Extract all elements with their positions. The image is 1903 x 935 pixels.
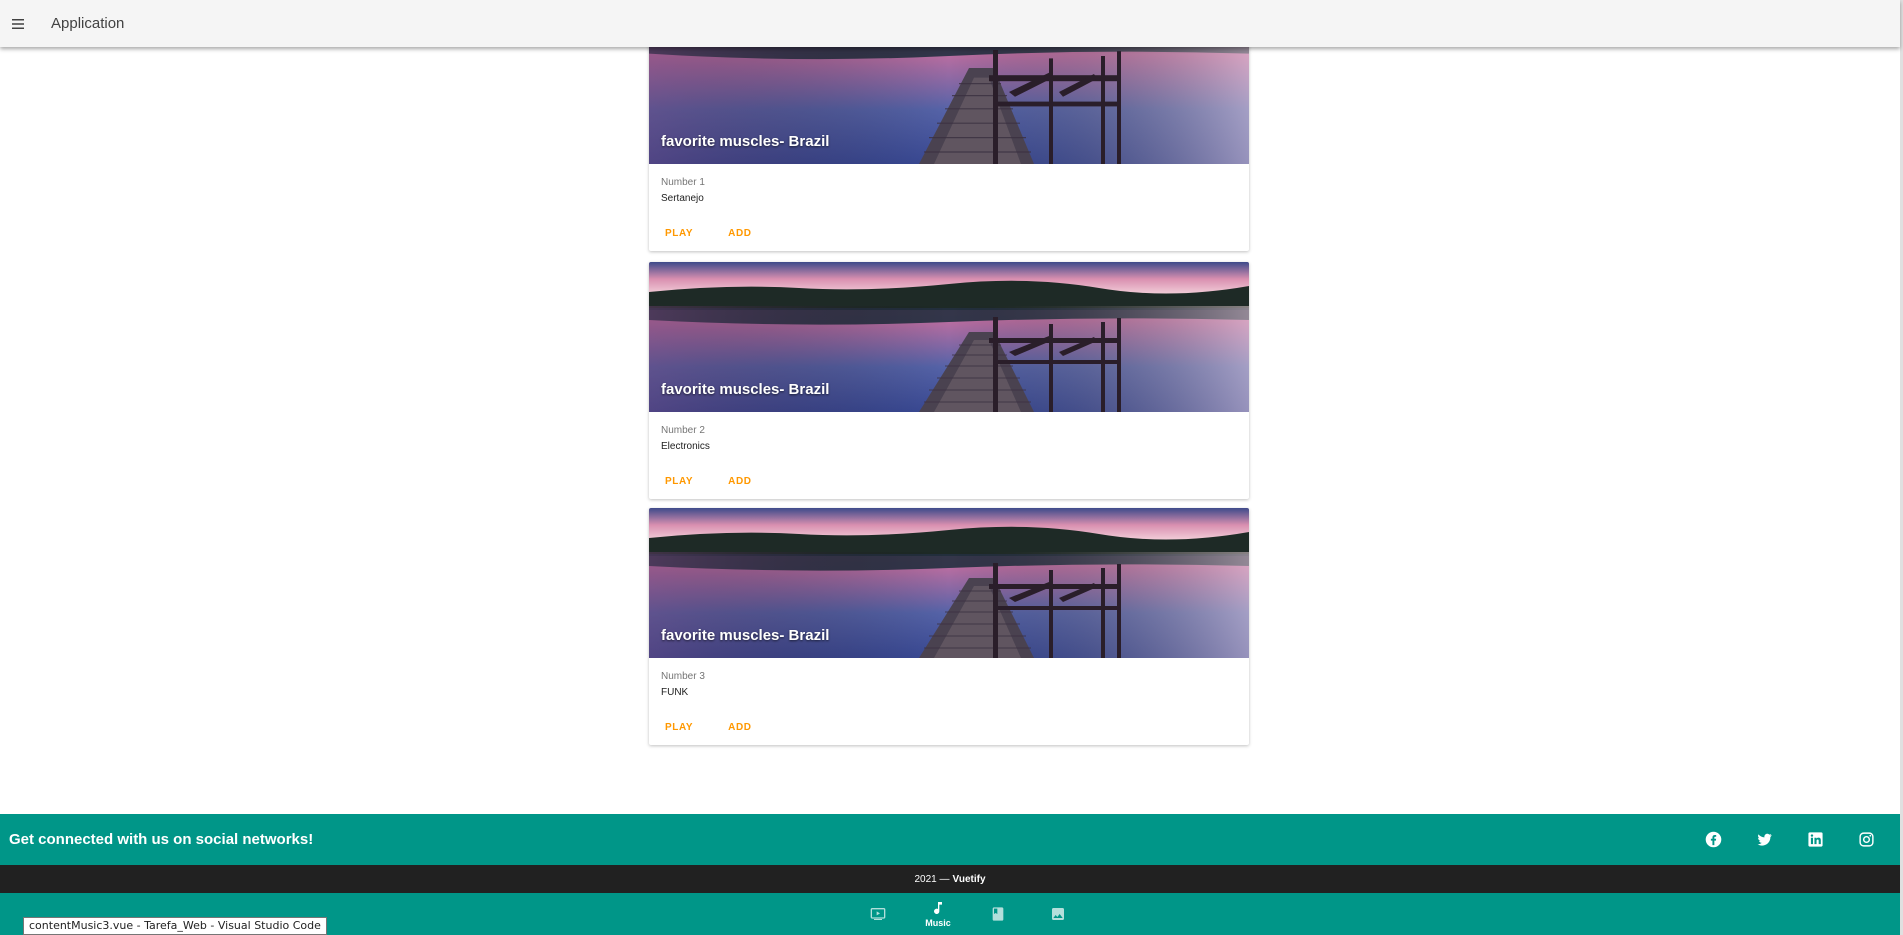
copyright-year: 2021 — <box>914 873 950 885</box>
card-actions: PLAY ADD <box>657 476 1249 487</box>
instagram-icon <box>1859 832 1874 847</box>
add-button[interactable]: ADD <box>720 476 759 487</box>
twitter-button[interactable] <box>1756 831 1773 848</box>
card-genre: FUNK <box>661 687 689 698</box>
nav-book[interactable] <box>968 893 1028 935</box>
footer-social-bar: Get connected with us on social networks… <box>0 814 1900 865</box>
facebook-icon <box>1705 831 1722 848</box>
nav-image[interactable] <box>1028 893 1088 935</box>
play-button[interactable]: PLAY <box>657 722 701 733</box>
music-note-icon <box>934 902 942 915</box>
nav-music-label: Music <box>925 918 951 928</box>
footer: Get connected with us on social networks… <box>0 814 1900 893</box>
play-button[interactable]: PLAY <box>657 476 701 487</box>
hamburger-menu-icon <box>12 18 24 29</box>
card-image: favorite muscles- Brazil <box>649 508 1249 658</box>
nav-music[interactable]: Music <box>908 893 968 935</box>
add-button[interactable]: ADD <box>720 228 759 239</box>
card-genre: Electronics <box>661 441 710 452</box>
play-button[interactable]: PLAY <box>657 228 701 239</box>
app-title: Application <box>51 15 125 32</box>
card-actions: PLAY ADD <box>657 722 1249 733</box>
menu-button[interactable] <box>0 6 36 42</box>
window-tooltip: contentMusic3.vue - Tarefa_Web - Visual … <box>23 917 327 935</box>
instagram-button[interactable] <box>1858 831 1875 848</box>
card-subtitle: Number 1 <box>661 177 705 188</box>
footer-headline: Get connected with us on social networks… <box>9 831 314 848</box>
card-title: favorite muscles- Brazil <box>661 381 830 398</box>
footer-copyright: 2021 — Vuetify <box>0 865 1900 893</box>
app-bar: Application <box>0 0 1900 47</box>
social-links <box>1705 831 1875 848</box>
book-icon <box>992 907 1004 921</box>
card-actions: PLAY ADD <box>657 228 1249 239</box>
card-genre: Sertanejo <box>661 193 704 204</box>
card-title: favorite muscles- Brazil <box>661 627 830 644</box>
copyright-brand: Vuetify <box>952 873 986 885</box>
card-subtitle: Number 3 <box>661 671 705 682</box>
music-card-3: favorite muscles- Brazil Number 3 FUNK P… <box>649 508 1249 745</box>
card-title: favorite muscles- Brazil <box>661 133 830 150</box>
linkedin-icon <box>1808 832 1823 847</box>
image-icon <box>1052 908 1064 920</box>
card-subtitle: Number 2 <box>661 425 705 436</box>
add-button[interactable]: ADD <box>720 722 759 733</box>
nav-video[interactable] <box>848 893 908 935</box>
facebook-button[interactable] <box>1705 831 1722 848</box>
card-image: favorite muscles- Brazil <box>649 262 1249 412</box>
twitter-icon <box>1757 833 1772 846</box>
linkedin-button[interactable] <box>1807 831 1824 848</box>
video-icon <box>870 908 886 920</box>
music-card-2: favorite muscles- Brazil Number 2 Electr… <box>649 262 1249 499</box>
